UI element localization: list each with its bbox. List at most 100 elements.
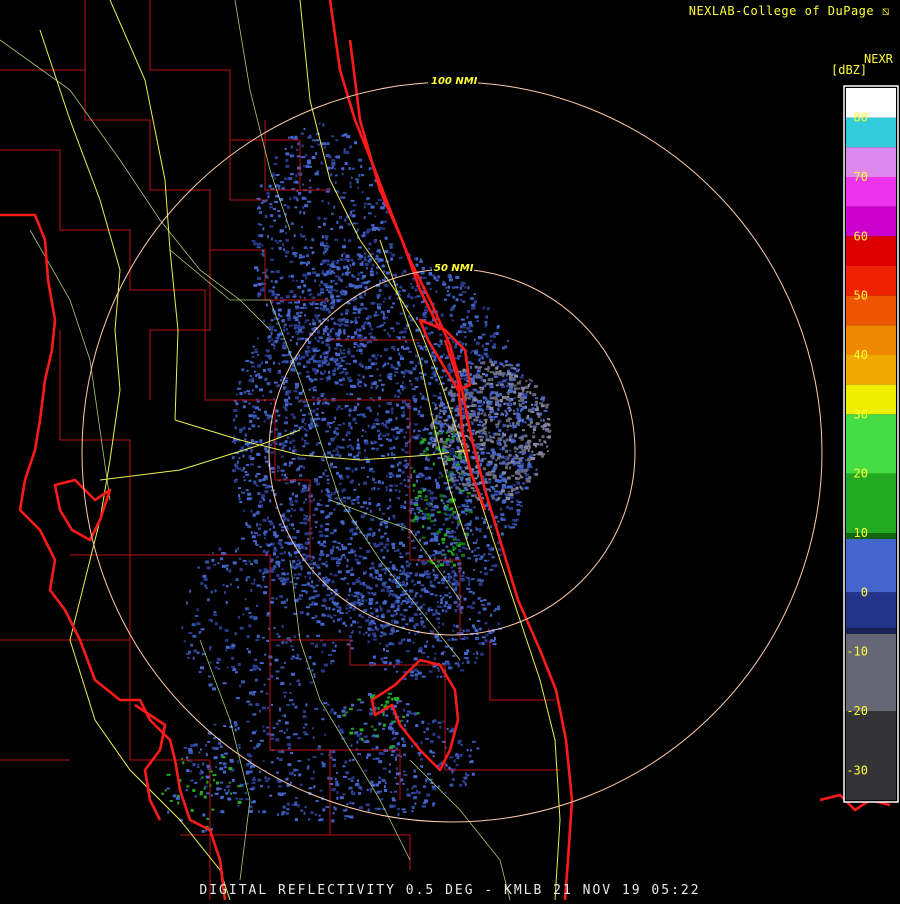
echo-pixel <box>392 804 396 808</box>
echo-pixel <box>531 450 534 453</box>
echo-pixel <box>442 406 446 410</box>
echo-pixel <box>314 478 318 481</box>
echo-pixel <box>301 553 306 556</box>
echo-pixel <box>361 296 364 299</box>
echo-pixel <box>405 494 409 497</box>
echo-pixel <box>352 307 357 311</box>
echo-pixel <box>440 675 442 678</box>
echo-pixel <box>487 369 490 373</box>
echo-pixel <box>438 471 442 475</box>
echo-pixel <box>257 294 261 298</box>
echo-pixel <box>408 617 411 620</box>
echo-pixel <box>261 494 266 498</box>
echo-pixel <box>341 172 344 175</box>
echo-pixel <box>411 810 414 813</box>
echo-pixel <box>393 574 396 578</box>
echo-pixel <box>471 740 476 743</box>
echo-pixel <box>497 541 500 544</box>
echo-pixel <box>331 819 335 823</box>
echo-pixel <box>499 383 504 386</box>
echo-pixel <box>357 385 362 388</box>
echo-pixel <box>428 670 433 673</box>
echo-pixel <box>277 432 282 436</box>
echo-pixel <box>353 261 356 264</box>
echo-pixel <box>518 420 521 422</box>
echo-pixel <box>382 434 386 437</box>
echo-pixel <box>394 620 399 624</box>
echo-pixel <box>310 642 315 645</box>
echo-pixel <box>406 564 411 568</box>
echo-pixel <box>323 540 326 544</box>
echo-pixel <box>295 555 298 558</box>
echo-pixel <box>321 457 324 460</box>
echo-pixel <box>273 532 277 536</box>
echo-pixel <box>323 307 326 311</box>
echo-pixel <box>273 347 276 350</box>
echo-pixel <box>204 744 207 747</box>
echo-pixel <box>319 307 323 311</box>
echo-pixel <box>448 513 451 516</box>
echo-pixel <box>386 590 390 593</box>
echo-pixel <box>512 409 515 412</box>
echo-pixel <box>447 378 450 382</box>
echo-pixel <box>434 373 437 376</box>
echo-pixel <box>384 525 388 529</box>
echo-pixel <box>285 354 288 357</box>
echo-pixel <box>377 503 381 506</box>
echo-pixel <box>232 561 237 565</box>
echo-pixel <box>430 376 434 379</box>
echo-pixel <box>311 537 314 540</box>
echo-pixel <box>206 566 211 570</box>
echo-pixel <box>471 429 476 432</box>
echo-pixel <box>468 579 471 583</box>
echo-pixel <box>445 586 449 589</box>
echo-pixel <box>207 598 210 602</box>
echo-pixel <box>301 414 306 417</box>
echo-pixel <box>547 423 551 427</box>
echo-pixel <box>399 569 402 572</box>
echo-pixel <box>294 316 299 319</box>
echo-pixel <box>280 682 285 685</box>
echo-pixel <box>351 567 354 571</box>
echo-pixel <box>479 579 484 583</box>
echo-pixel <box>306 442 310 445</box>
echo-pixel <box>299 561 301 564</box>
echo-pixel <box>339 477 344 480</box>
echo-pixel <box>424 360 429 364</box>
echo-pixel <box>401 470 405 474</box>
echo-pixel <box>532 428 536 432</box>
echo-pixel <box>340 293 345 296</box>
echo-pixel <box>482 306 485 310</box>
echo-pixel <box>392 330 395 333</box>
echo-pixel <box>470 578 475 581</box>
echo-pixel <box>302 290 305 293</box>
echo-pixel <box>281 641 285 644</box>
echo-pixel <box>304 422 307 425</box>
echo-pixel <box>312 369 316 372</box>
echo-pixel <box>280 300 284 303</box>
echo-pixel <box>365 619 370 623</box>
echo-pixel <box>443 455 447 458</box>
echo-pixel <box>344 218 347 222</box>
echo-pixel <box>306 612 310 616</box>
echo-pixel <box>432 720 435 724</box>
echo-pixel <box>497 497 500 501</box>
echo-pixel <box>332 420 335 423</box>
echo-pixel <box>360 701 364 704</box>
echo-pixel <box>365 599 368 602</box>
echo-pixel <box>465 488 469 491</box>
echo-pixel <box>469 394 472 398</box>
echo-pixel <box>390 451 393 455</box>
echo-pixel <box>382 264 385 268</box>
echo-pixel <box>424 326 428 330</box>
echo-pixel <box>270 737 274 740</box>
echo-pixel <box>288 275 292 278</box>
echo-pixel <box>211 558 215 562</box>
echo-pixel <box>480 412 484 415</box>
echo-pixel <box>262 549 266 553</box>
echo-pixel <box>384 789 387 792</box>
echo-pixel <box>424 799 429 803</box>
echo-pixel <box>289 324 294 327</box>
echo-pixel <box>301 226 303 228</box>
echo-pixel <box>416 378 419 382</box>
